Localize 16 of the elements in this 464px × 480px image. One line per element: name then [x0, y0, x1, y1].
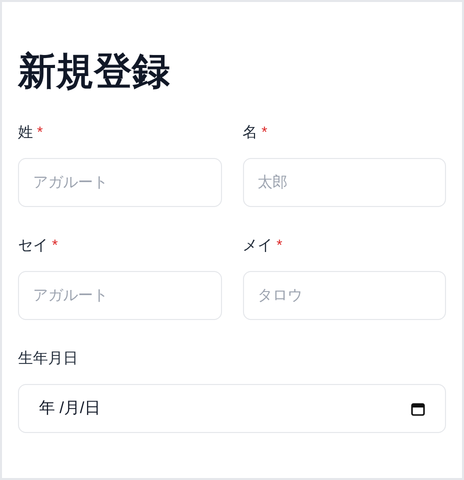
required-mark: * [276, 236, 282, 256]
text-field[interactable]: アガルート [18, 158, 222, 207]
field-label: 名 [242, 122, 258, 143]
field-label: 生年月日 [18, 348, 78, 369]
field-label: メイ [242, 236, 272, 256]
required-mark: * [37, 122, 43, 143]
text-field[interactable]: アガルート [18, 271, 222, 320]
field-label: 姓 [18, 122, 33, 143]
text-field[interactable]: タロウ [242, 271, 446, 320]
page-title: 新規登録 [18, 50, 171, 95]
required-mark: * [52, 236, 58, 256]
required-mark: * [262, 122, 268, 143]
field-label: セイ [18, 236, 48, 256]
calendar-icon[interactable] [411, 402, 425, 416]
date-field[interactable]: 年 /月/日 [18, 384, 446, 433]
text-field[interactable]: 太郎 [242, 158, 446, 207]
